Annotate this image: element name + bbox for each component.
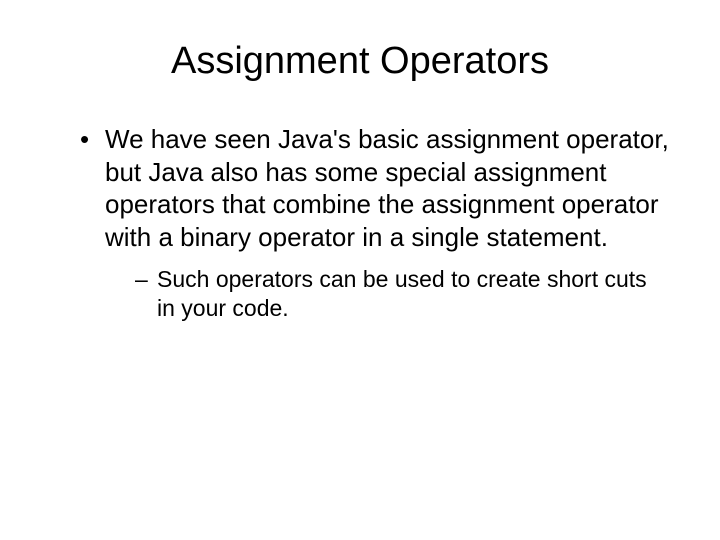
sub-item: Such operators can be used to create sho… [135,265,670,323]
sub-list: Such operators can be used to create sho… [105,265,670,323]
sub-item-text: Such operators can be used to create sho… [157,266,647,321]
bullet-list: We have seen Java's basic assignment ope… [50,123,670,323]
bullet-item: We have seen Java's basic assignment ope… [80,123,670,323]
slide-title: Assignment Operators [50,40,670,83]
bullet-text: We have seen Java's basic assignment ope… [105,124,669,252]
